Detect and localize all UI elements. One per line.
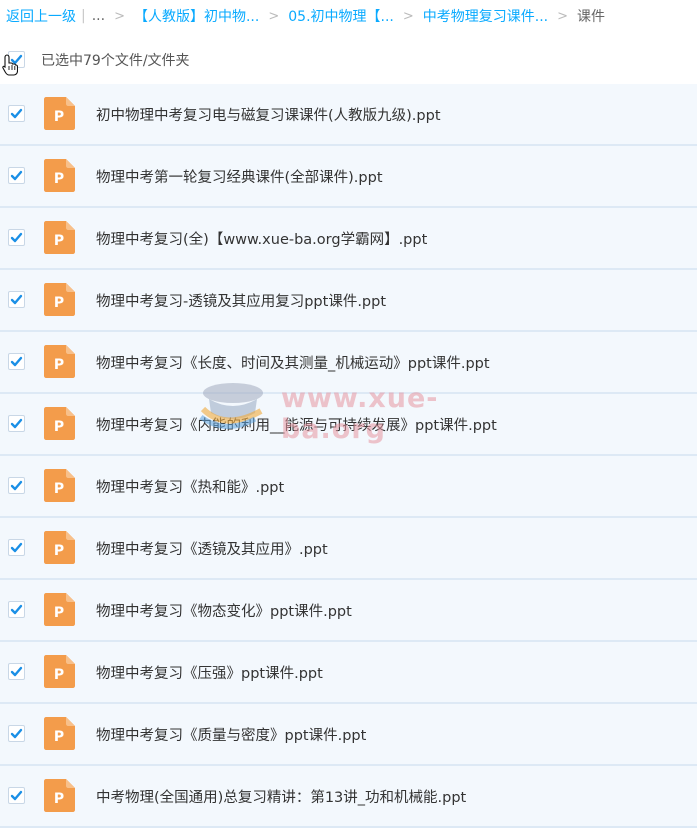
file-checkbox[interactable] [8, 539, 25, 556]
file-name[interactable]: 物理中考第一轮复习经典课件(全部课件).ppt [96, 166, 383, 187]
file-row[interactable]: P 物理中考复习《长度、时间及其测量_机械运动》ppt课件.ppt [0, 332, 697, 394]
check-icon [10, 294, 23, 305]
ppt-file-icon: P [44, 655, 75, 688]
selection-count-label: 已选中79个文件/文件夹 [41, 53, 190, 69]
svg-text:P: P [54, 729, 64, 745]
file-checkbox[interactable] [8, 415, 25, 432]
breadcrumb-item-2[interactable]: 05.初中物理【... [288, 6, 394, 26]
ppt-file-icon: P [44, 469, 75, 502]
chevron-right-icon: > [268, 8, 280, 24]
ppt-file-icon: P [44, 159, 75, 192]
breadcrumb-item-1[interactable]: 【人教版】初中物... [134, 6, 259, 26]
svg-text:P: P [54, 109, 64, 125]
file-checkbox[interactable] [8, 663, 25, 680]
file-name[interactable]: 初中物理中考复习电与磁复习课课件(人教版九级).ppt [96, 104, 441, 125]
ppt-file-icon: P [44, 283, 75, 316]
file-checkbox[interactable] [8, 725, 25, 742]
file-checkbox[interactable] [8, 477, 25, 494]
svg-text:P: P [54, 419, 64, 435]
file-row[interactable]: P 物理中考复习(全)【www.xue-ba.org学霸网】.ppt [0, 208, 697, 270]
ppt-file-icon: P [44, 779, 75, 812]
svg-text:P: P [54, 543, 64, 559]
file-row[interactable]: P 中考物理(全国通用)总复习精讲：第13讲_功和机械能.ppt [0, 766, 697, 828]
file-name[interactable]: 物理中考复习《热和能》.ppt [96, 476, 284, 497]
file-row[interactable]: P 物理中考复习-透镜及其应用复习ppt课件.ppt [0, 270, 697, 332]
breadcrumb-divider: | [81, 8, 86, 24]
svg-text:P: P [54, 791, 64, 807]
svg-text:P: P [54, 667, 64, 683]
file-row[interactable]: P 物理中考复习《压强》ppt课件.ppt [0, 642, 697, 704]
ppt-file-icon: P [44, 345, 75, 378]
ppt-file-icon: P [44, 407, 75, 440]
file-row[interactable]: P 物理中考复习《透镜及其应用》.ppt [0, 518, 697, 580]
chevron-right-icon: > [557, 8, 569, 24]
check-icon [10, 604, 23, 615]
file-checkbox[interactable] [8, 167, 25, 184]
ppt-file-icon: P [44, 221, 75, 254]
file-name[interactable]: 中考物理(全国通用)总复习精讲：第13讲_功和机械能.ppt [96, 786, 466, 807]
file-checkbox[interactable] [8, 291, 25, 308]
breadcrumb-ellipsis[interactable]: ... [92, 8, 105, 24]
chevron-right-icon: > [402, 8, 414, 24]
file-row[interactable]: P 物理中考复习《内能的利用__能源与可持续发展》ppt课件.ppt [0, 394, 697, 456]
file-list: P 初中物理中考复习电与磁复习课课件(人教版九级).ppt P 物理中考第一轮复习经典… [0, 84, 697, 828]
file-row[interactable]: P 物理中考复习《物态变化》ppt课件.ppt [0, 580, 697, 642]
file-checkbox[interactable] [8, 787, 25, 804]
file-name[interactable]: 物理中考复习(全)【www.xue-ba.org学霸网】.ppt [96, 228, 427, 249]
svg-text:P: P [54, 171, 64, 187]
breadcrumb-current: 课件 [577, 9, 606, 25]
ppt-file-icon: P [44, 97, 75, 130]
hand-cursor-icon [2, 54, 18, 76]
file-name[interactable]: 物理中考复习《透镜及其应用》.ppt [96, 538, 328, 559]
file-checkbox[interactable] [8, 353, 25, 370]
check-icon [10, 356, 23, 367]
check-icon [10, 480, 23, 491]
svg-text:P: P [54, 605, 64, 621]
file-row[interactable]: P 初中物理中考复习电与磁复习课课件(人教版九级).ppt [0, 84, 697, 146]
check-icon [10, 170, 23, 181]
svg-text:P: P [54, 357, 64, 373]
chevron-right-icon: > [114, 8, 125, 24]
back-link[interactable]: 返回上一级 [6, 6, 76, 26]
breadcrumb-item-3[interactable]: 中考物理复习课件... [423, 6, 548, 26]
file-row[interactable]: P 物理中考第一轮复习经典课件(全部课件).ppt [0, 146, 697, 208]
ppt-file-icon: P [44, 717, 75, 750]
file-checkbox[interactable] [8, 601, 25, 618]
check-icon [10, 418, 23, 429]
breadcrumb: 返回上一级 | ... > 【人教版】初中物... > 05.初中物理【... … [0, 0, 697, 32]
ppt-file-icon: P [44, 531, 75, 564]
file-name[interactable]: 物理中考复习《质量与密度》ppt课件.ppt [96, 724, 366, 745]
svg-text:P: P [54, 481, 64, 497]
svg-text:P: P [54, 233, 64, 249]
file-name[interactable]: 物理中考复习《压强》ppt课件.ppt [96, 662, 323, 683]
file-row[interactable]: P 物理中考复习《质量与密度》ppt课件.ppt [0, 704, 697, 766]
file-name[interactable]: 物理中考复习《内能的利用__能源与可持续发展》ppt课件.ppt [96, 414, 497, 435]
file-checkbox[interactable] [8, 229, 25, 246]
select-all-bar: 已选中79个文件/文件夹 [0, 40, 697, 80]
ppt-file-icon: P [44, 593, 75, 626]
check-icon [10, 232, 23, 243]
check-icon [10, 790, 23, 801]
check-icon [10, 666, 23, 677]
file-checkbox[interactable] [8, 105, 25, 122]
file-name[interactable]: 物理中考复习-透镜及其应用复习ppt课件.ppt [96, 290, 386, 311]
file-name[interactable]: 物理中考复习《长度、时间及其测量_机械运动》ppt课件.ppt [96, 352, 490, 373]
check-icon [10, 542, 23, 553]
check-icon [10, 728, 23, 739]
file-name[interactable]: 物理中考复习《物态变化》ppt课件.ppt [96, 600, 352, 621]
svg-text:P: P [54, 295, 64, 311]
check-icon [10, 108, 23, 119]
file-row[interactable]: P 物理中考复习《热和能》.ppt [0, 456, 697, 518]
